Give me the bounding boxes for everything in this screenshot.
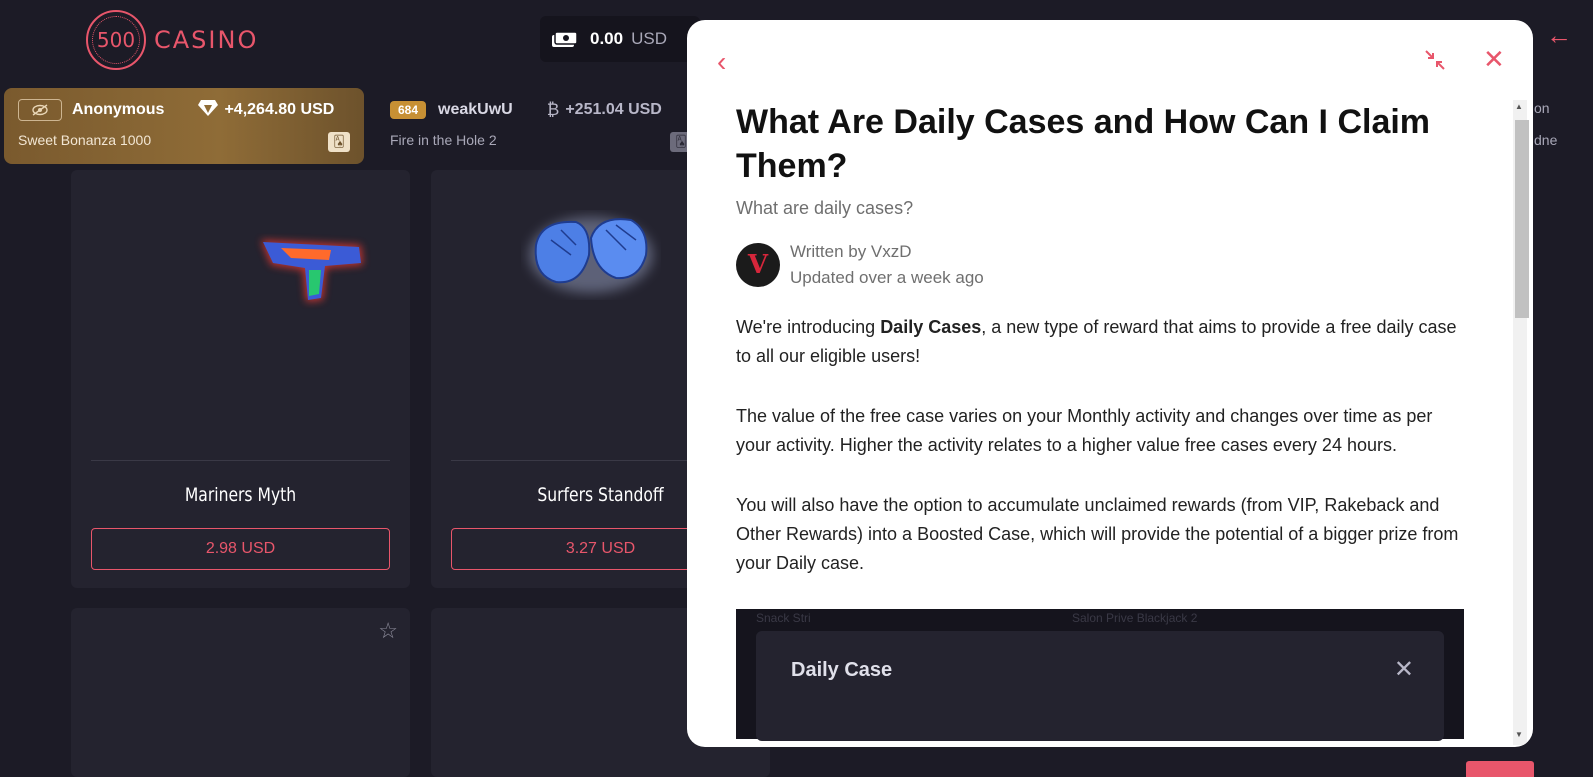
- win-card[interactable]: 684 weakUwU ₿ +251.04 USD Fire in the Ho…: [376, 88, 706, 164]
- close-icon: ✕: [1393, 656, 1414, 683]
- logo-badge: 500: [86, 10, 146, 70]
- arrow-left-icon[interactable]: ←: [1546, 20, 1572, 51]
- gem-icon: [198, 99, 219, 122]
- cards-icon: 🂡: [328, 132, 350, 152]
- logo-text: CASINO: [154, 26, 259, 54]
- article-scroll-area[interactable]: What Are Daily Cases and How Can I Claim…: [687, 98, 1533, 747]
- author-name: Written by VxzD: [790, 242, 912, 261]
- article-title: What Are Daily Cases and How Can I Claim…: [736, 103, 1431, 185]
- case-price-button[interactable]: 2.98 USD: [91, 528, 390, 570]
- paragraph: The value of the free case varies on you…: [736, 406, 1433, 455]
- level-badge: 684: [390, 101, 427, 119]
- edge-button[interactable]: [1466, 761, 1534, 777]
- winner-name: weakUwU: [438, 101, 513, 118]
- eye-hidden-icon: [18, 99, 62, 121]
- avatar: V: [736, 243, 780, 287]
- paragraph: We're introducing Daily Cases, a new typ…: [736, 317, 1457, 366]
- scrollbar-thumb[interactable]: [1515, 120, 1529, 318]
- chevron-left-icon[interactable]: ‹: [717, 46, 726, 78]
- win-amount: +251.04 USD: [565, 101, 662, 118]
- case-name: Mariners Myth: [184, 484, 297, 506]
- embed-faint-text: Snack Stri: [756, 611, 811, 625]
- daily-case-panel: Daily Case ✕: [756, 631, 1444, 741]
- scroll-up-icon[interactable]: ▲: [1515, 102, 1523, 111]
- updated-time: Updated over a week ago: [790, 268, 984, 287]
- pistol-image: [261, 240, 363, 302]
- divider: [91, 460, 390, 461]
- balance-display[interactable]: 0.00 USD: [540, 16, 700, 62]
- article: What Are Daily Cases and How Can I Claim…: [736, 98, 1466, 741]
- gloves-image: [529, 217, 653, 293]
- case-card[interactable]: Mariners Myth 2.98 USD: [71, 170, 410, 588]
- balance-currency: USD: [631, 29, 667, 48]
- author-block: V Written by VxzD Updated over a week ag…: [736, 239, 1466, 291]
- scroll-down-icon[interactable]: ▼: [1515, 730, 1523, 739]
- star-icon[interactable]: ☆: [378, 618, 398, 644]
- paragraph: You will also have the option to accumul…: [736, 495, 1459, 573]
- close-icon[interactable]: ✕: [1483, 44, 1505, 75]
- casino-logo[interactable]: 500 CASINO: [86, 10, 258, 70]
- win-game: Sweet Bonanza 1000: [18, 132, 152, 148]
- win-amount: +4,264.80 USD: [224, 101, 335, 118]
- win-game: Fire in the Hole 2: [390, 132, 497, 148]
- collapse-icon[interactable]: [1423, 48, 1447, 72]
- edge-text: on: [1534, 100, 1550, 116]
- article-subtitle: What are daily cases?: [736, 198, 914, 218]
- cash-stack-icon: [552, 31, 578, 47]
- help-article-modal: ‹ ✕ What Are Daily Cases and How Can I C…: [687, 20, 1533, 747]
- bitcoin-icon: ₿: [546, 100, 560, 119]
- win-card[interactable]: Anonymous +4,264.80 USD Sweet Bonanza 10…: [4, 88, 364, 164]
- embed-faint-text: Salon Prive Blackjack 2: [1072, 611, 1198, 625]
- daily-case-title: Daily Case: [791, 659, 893, 681]
- embedded-screenshot: Snack Stri Salon Prive Blackjack 2 Daily…: [736, 609, 1464, 741]
- case-card[interactable]: ☆: [71, 608, 410, 777]
- edge-text: dne: [1534, 132, 1558, 148]
- winner-name: Anonymous: [72, 101, 165, 118]
- balance-amount: 0.00: [590, 29, 624, 48]
